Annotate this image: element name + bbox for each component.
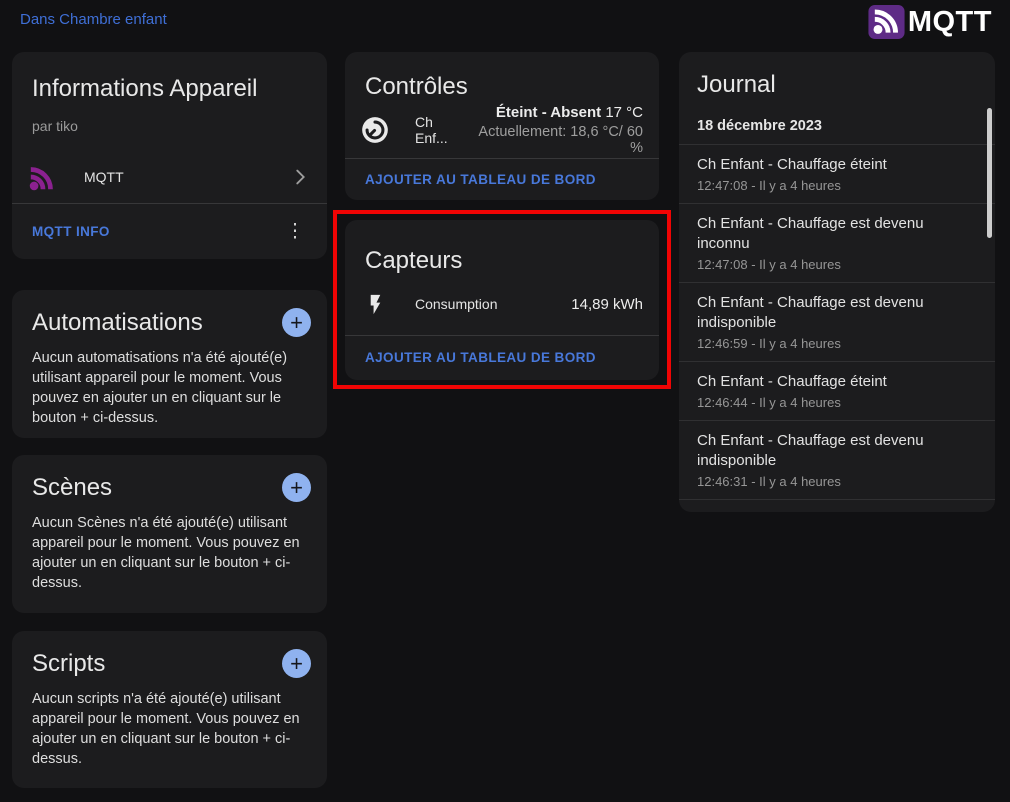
device-info-title: Informations Appareil: [12, 52, 327, 104]
controls-actions: AJOUTER AU TABLEAU DE BORD: [345, 158, 659, 200]
mqtt-logo-icon: [868, 5, 905, 39]
device-page: Dans Chambre enfant MQTT Informations Ap…: [0, 0, 1010, 802]
add-sensors-to-dashboard-button[interactable]: AJOUTER AU TABLEAU DE BORD: [365, 350, 596, 365]
integration-name: MQTT: [84, 169, 124, 185]
climate-entity-name: Ch Enf...: [415, 114, 468, 146]
scripts-card: Scripts + Aucun scripts n'a été ajouté(e…: [12, 631, 327, 788]
logbook-entry[interactable]: Ch Enfant - Chauffage éteint: [679, 499, 995, 512]
logbook-entry-time: 12:47:08 - Il y a 4 heures: [697, 178, 977, 194]
integration-row[interactable]: MQTT: [12, 152, 327, 202]
scripts-title: Scripts: [32, 649, 105, 679]
scenes-empty-text: Aucun Scènes n'a été ajouté(e) utilisant…: [12, 513, 327, 593]
mqtt-logo-text: MQTT: [908, 6, 992, 39]
logbook-title: Journal: [679, 52, 995, 100]
logbook-entry-message: Ch Enfant - Chauffage éteint: [697, 510, 977, 512]
automations-empty-text: Aucun automatisations n'a été ajouté(e) …: [12, 348, 327, 428]
scenes-card: Scènes + Aucun Scènes n'a été ajouté(e) …: [12, 455, 327, 613]
logbook-scrollbar[interactable]: [987, 108, 992, 238]
logbook-entry-time: 12:46:44 - Il y a 4 heures: [697, 395, 977, 411]
logbook-card: Journal 18 décembre 2023 Ch Enfant - Cha…: [679, 52, 995, 512]
automations-title: Automatisations: [32, 308, 203, 338]
thermostat-icon: [361, 116, 389, 144]
mqtt-info-button[interactable]: MQTT INFO: [32, 224, 110, 239]
logbook-entry-message: Ch Enfant - Chauffage est devenu indispo…: [697, 293, 977, 333]
scenes-title: Scènes: [32, 473, 112, 503]
climate-state-primary: Éteint - Absent: [496, 104, 601, 121]
controls-title: Contrôles: [345, 52, 659, 102]
scripts-empty-text: Aucun scripts n'a été ajouté(e) utilisan…: [12, 689, 327, 769]
logbook-entry[interactable]: Ch Enfant - Chauffage éteint 12:46:44 - …: [679, 361, 995, 420]
add-script-button[interactable]: +: [282, 649, 311, 678]
climate-entity-row[interactable]: Ch Enf... Éteint - Absent 17 °C Actuelle…: [345, 106, 659, 154]
climate-state-temperature: 17 °C: [605, 104, 643, 121]
logbook-entry-time: 12:46:31 - Il y a 4 heures: [697, 474, 977, 490]
flash-icon: [361, 293, 389, 316]
logbook-entry-message: Ch Enfant - Chauffage est devenu indispo…: [697, 431, 977, 471]
sensors-card: Capteurs Consumption 14,89 kWh AJOUTER A…: [345, 220, 659, 380]
logbook-date-header: 18 décembre 2023: [697, 116, 977, 144]
sensors-actions: AJOUTER AU TABLEAU DE BORD: [345, 335, 659, 380]
mqtt-integration-icon: [28, 162, 58, 192]
climate-state: Éteint - Absent 17 °C Actuellement: 18,6…: [468, 104, 643, 156]
logbook-entry-message: Ch Enfant - Chauffage éteint: [697, 372, 977, 392]
add-controls-to-dashboard-button[interactable]: AJOUTER AU TABLEAU DE BORD: [365, 172, 596, 187]
device-info-card: Informations Appareil par tiko MQTT MQTT…: [12, 52, 327, 259]
device-info-actions: MQTT INFO ⋮: [12, 204, 327, 259]
logbook-entries: Ch Enfant - Chauffage éteint 12:47:08 - …: [679, 144, 995, 512]
logbook-entry[interactable]: Ch Enfant - Chauffage est devenu inconnu…: [679, 203, 995, 282]
logbook-entry[interactable]: Ch Enfant - Chauffage éteint 12:47:08 - …: [679, 144, 995, 203]
sensor-entity-value: 14,89 kWh: [571, 296, 643, 313]
mqtt-logo: MQTT: [868, 5, 992, 39]
add-automation-button[interactable]: +: [282, 308, 311, 337]
sensor-entity-row[interactable]: Consumption 14,89 kWh: [345, 280, 659, 328]
device-manufacturer: par tiko: [12, 104, 327, 134]
climate-state-secondary: Actuellement: 18,6 °C/ 60 %: [468, 124, 643, 156]
add-scene-button[interactable]: +: [282, 473, 311, 502]
logbook-entry-message: Ch Enfant - Chauffage est devenu inconnu: [697, 214, 977, 254]
logbook-entry-time: 12:46:59 - Il y a 4 heures: [697, 336, 977, 352]
logbook-entry-message: Ch Enfant - Chauffage éteint: [697, 155, 977, 175]
controls-card: Contrôles Ch Enf... Éteint - Absent 17 °…: [345, 52, 659, 200]
breadcrumb[interactable]: Dans Chambre enfant: [20, 11, 167, 28]
logbook-entry-time: 12:47:08 - Il y a 4 heures: [697, 257, 977, 273]
overflow-menu-icon[interactable]: ⋮: [275, 212, 315, 252]
logbook-entry[interactable]: Ch Enfant - Chauffage est devenu indispo…: [679, 420, 995, 499]
sensors-title: Capteurs: [345, 220, 659, 276]
chevron-right-icon: [289, 166, 311, 188]
automations-card: Automatisations + Aucun automatisations …: [12, 290, 327, 438]
sensor-entity-name: Consumption: [415, 296, 498, 312]
logbook-entry[interactable]: Ch Enfant - Chauffage est devenu indispo…: [679, 282, 995, 361]
